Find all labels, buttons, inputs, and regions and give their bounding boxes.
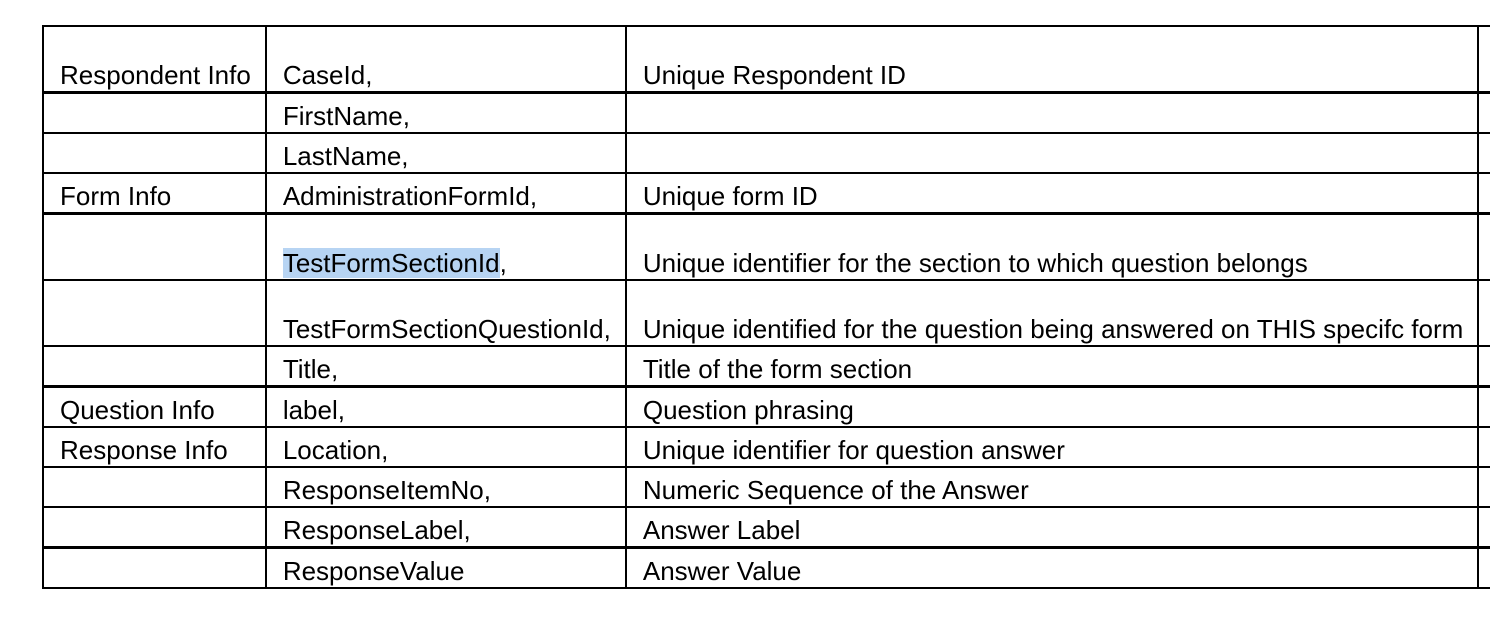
- field-name-cell[interactable]: TestFormSectionId,: [264, 212, 627, 281]
- table-row: ResponseValue Answer Value: [42, 546, 1490, 589]
- group-cell[interactable]: [42, 132, 267, 174]
- field-name-cell[interactable]: ResponseLabel,: [264, 506, 627, 549]
- group-cell[interactable]: [42, 212, 267, 281]
- description-cell[interactable]: Answer Label: [624, 506, 1480, 549]
- field-name-label: ResponseLabel,: [282, 515, 471, 545]
- extra-cell[interactable]: [1477, 506, 1490, 549]
- description-cell[interactable]: Numeric Sequence of the Answer: [624, 466, 1480, 508]
- description-label: Unique identified for the question being…: [642, 314, 1464, 344]
- description-label: Answer Label: [642, 515, 801, 545]
- group-label: Response Info: [60, 435, 228, 465]
- field-name-label: Location,: [282, 435, 389, 465]
- description-cell[interactable]: Unique identifier for question answer: [624, 426, 1480, 468]
- group-cell[interactable]: Form Info: [42, 172, 267, 215]
- field-name-cell[interactable]: ResponseValue: [264, 546, 627, 589]
- extra-cell[interactable]: [1477, 132, 1490, 174]
- field-name-label: CaseId,: [282, 60, 373, 90]
- field-name-label: TestFormSectionQuestionId,: [282, 314, 611, 344]
- group-label: Form Info: [60, 181, 172, 211]
- description-cell[interactable]: Title of the form section: [624, 345, 1480, 388]
- description-cell[interactable]: [624, 91, 1480, 134]
- description-cell[interactable]: [624, 132, 1480, 174]
- extra-cell[interactable]: [1477, 91, 1490, 134]
- extra-cell[interactable]: [1477, 345, 1490, 388]
- field-definitions-table: Respondent Info CaseId, Unique Responden…: [42, 25, 1490, 589]
- table-row: Question Info label, Question phrasing: [42, 385, 1490, 428]
- table-row: TestFormSectionQuestionId, Unique identi…: [42, 279, 1490, 347]
- table-row: ResponseLabel, Answer Label: [42, 506, 1490, 549]
- description-cell[interactable]: Question phrasing: [624, 385, 1480, 428]
- description-label: Unique form ID: [642, 181, 818, 211]
- description-cell[interactable]: Unique form ID: [624, 172, 1480, 215]
- field-name-cell[interactable]: AdministrationFormId,: [264, 172, 627, 215]
- group-label: Question Info: [60, 395, 215, 425]
- group-cell[interactable]: Response Info: [42, 426, 267, 468]
- table-row: Response Info Location, Unique identifie…: [42, 426, 1490, 468]
- table-row: Respondent Info CaseId, Unique Responden…: [42, 25, 1490, 94]
- extra-cell[interactable]: [1477, 172, 1490, 215]
- group-cell[interactable]: [42, 91, 267, 134]
- group-cell[interactable]: Question Info: [42, 385, 267, 428]
- field-definitions-body: Respondent Info CaseId, Unique Responden…: [42, 25, 1490, 589]
- field-name-label: AdministrationFormId,: [282, 181, 538, 211]
- field-name-cell[interactable]: TestFormSectionQuestionId,: [264, 279, 627, 347]
- field-name-cell[interactable]: Title,: [264, 345, 627, 388]
- field-name-label: ResponseItemNo,: [282, 475, 491, 505]
- field-name-cell[interactable]: ResponseItemNo,: [264, 466, 627, 508]
- description-label: Unique Respondent ID: [642, 60, 906, 90]
- description-label: Question phrasing: [642, 395, 854, 425]
- extra-cell[interactable]: [1477, 466, 1490, 508]
- extra-cell[interactable]: [1477, 279, 1490, 347]
- group-cell[interactable]: Respondent Info: [42, 25, 267, 94]
- field-name-cell[interactable]: FirstName,: [264, 91, 627, 134]
- field-name-label: ResponseValue: [282, 556, 465, 586]
- field-name-cell[interactable]: Location,: [264, 426, 627, 468]
- description-label: Unique identifier for the section to whi…: [642, 248, 1308, 278]
- group-cell[interactable]: [42, 546, 267, 589]
- description-label: Answer Value: [642, 556, 802, 586]
- description-cell[interactable]: Unique Respondent ID: [624, 25, 1480, 94]
- description-label: Title of the form section: [642, 354, 913, 384]
- extra-cell[interactable]: [1477, 426, 1490, 468]
- field-name-label: label,: [282, 395, 345, 425]
- table-row: TestFormSectionId, Unique identifier for…: [42, 212, 1490, 281]
- description-label: Numeric Sequence of the Answer: [642, 475, 1029, 505]
- table-row: Title, Title of the form section: [42, 345, 1490, 388]
- extra-cell[interactable]: [1477, 546, 1490, 589]
- group-cell[interactable]: [42, 506, 267, 549]
- field-name-cell[interactable]: label,: [264, 385, 627, 428]
- group-label: Respondent Info: [60, 60, 251, 90]
- table-row: LastName,: [42, 132, 1490, 174]
- extra-cell[interactable]: [1477, 25, 1490, 94]
- table-row: Form Info AdministrationFormId, Unique f…: [42, 172, 1490, 215]
- field-name-suffix: ,: [499, 248, 507, 278]
- table-row: FirstName,: [42, 91, 1490, 134]
- group-cell[interactable]: [42, 466, 267, 508]
- field-name-label: Title,: [282, 354, 339, 384]
- extra-cell[interactable]: [1477, 385, 1490, 428]
- table-row: ResponseItemNo, Numeric Sequence of the …: [42, 466, 1490, 508]
- field-name-cell[interactable]: CaseId,: [264, 25, 627, 94]
- description-label: Unique identifier for question answer: [642, 435, 1065, 465]
- group-cell[interactable]: [42, 279, 267, 347]
- extra-cell[interactable]: [1477, 212, 1490, 281]
- description-cell[interactable]: Unique identified for the question being…: [624, 279, 1480, 347]
- group-cell[interactable]: [42, 345, 267, 388]
- field-name-label: LastName,: [282, 141, 409, 171]
- description-cell[interactable]: Unique identifier for the section to whi…: [624, 212, 1480, 281]
- field-name-label: FirstName,: [282, 101, 410, 131]
- field-name-cell[interactable]: LastName,: [264, 132, 627, 174]
- selected-text-highlight: TestFormSectionId: [282, 248, 500, 278]
- description-cell[interactable]: Answer Value: [624, 546, 1480, 589]
